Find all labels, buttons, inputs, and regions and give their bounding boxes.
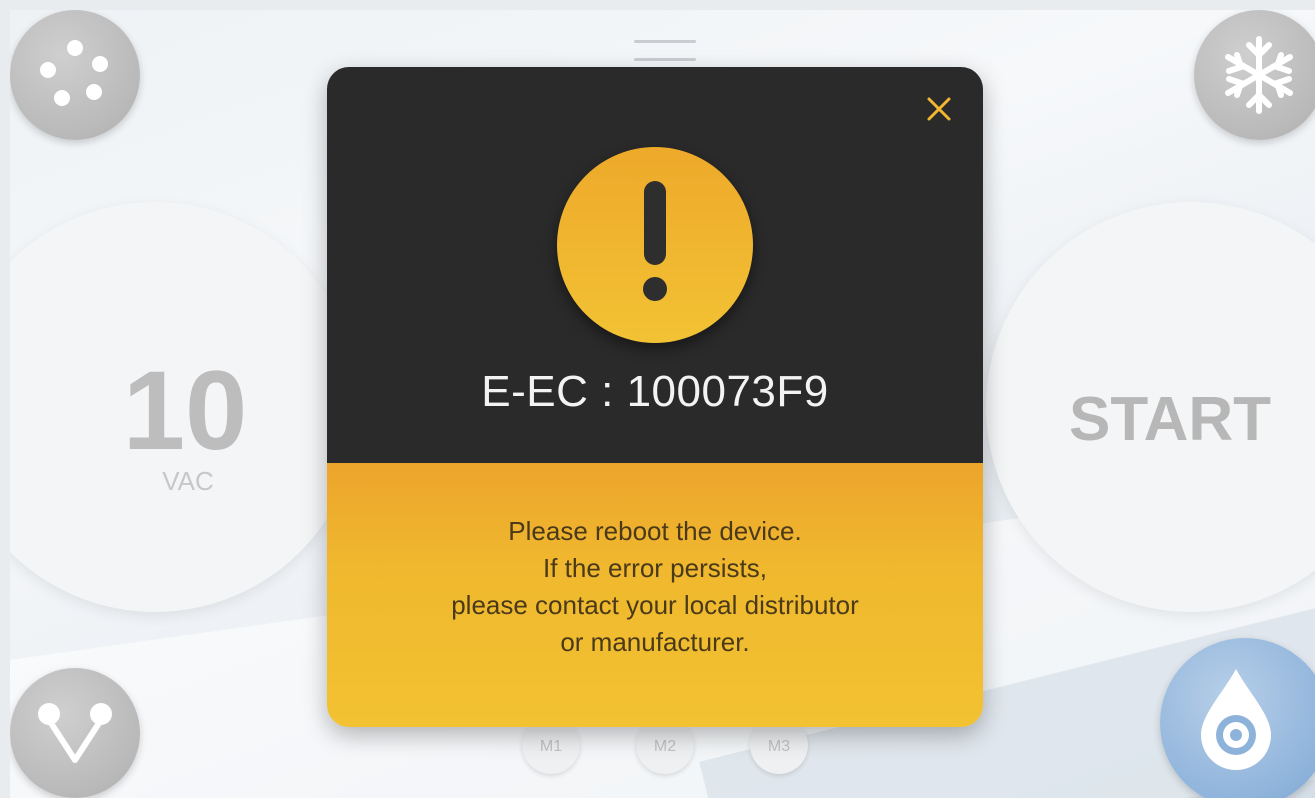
error-message-line: Please reboot the device. <box>508 516 802 546</box>
dialog-close-button[interactable] <box>925 95 953 123</box>
device-frame: 10 VAC START M1 M2 M3 E-EC: 100073F9 Pl… <box>0 0 1315 798</box>
pull-down-handle[interactable] <box>634 40 696 66</box>
alert-badge <box>557 147 753 343</box>
exclamation-icon <box>643 181 667 301</box>
error-message-line: If the error persists, <box>543 553 767 583</box>
branch-icon <box>38 703 112 763</box>
vacuum-value: 10 <box>122 348 248 473</box>
error-code: E-EC : 100073F9 <box>481 367 829 416</box>
memory-button-label: M2 <box>653 738 677 755</box>
memory-button-label: M3 <box>767 738 791 755</box>
handle-bar-top <box>634 40 696 43</box>
error-message-line: or manufacturer. <box>560 627 750 657</box>
start-label: START <box>1068 385 1272 454</box>
handle-bar-bottom <box>634 58 696 61</box>
memory-button-label: M1 <box>539 738 563 755</box>
close-icon <box>927 97 951 121</box>
handpiece-button[interactable] <box>10 668 140 798</box>
dots-menu-icon <box>40 40 108 106</box>
error-dialog: E-EC : 100073F9 Please reboot the device… <box>327 67 983 727</box>
error-message: Please reboot the device. If the error p… <box>367 513 943 661</box>
menu-button[interactable] <box>10 10 140 140</box>
water-button[interactable] <box>1160 638 1315 798</box>
water-drop-icon <box>1201 669 1271 770</box>
cooling-button[interactable] <box>1194 10 1315 140</box>
error-message-line: please contact your local distributor <box>451 590 859 620</box>
vacuum-unit: VAC <box>162 466 214 496</box>
snowflake-icon <box>1225 36 1293 114</box>
